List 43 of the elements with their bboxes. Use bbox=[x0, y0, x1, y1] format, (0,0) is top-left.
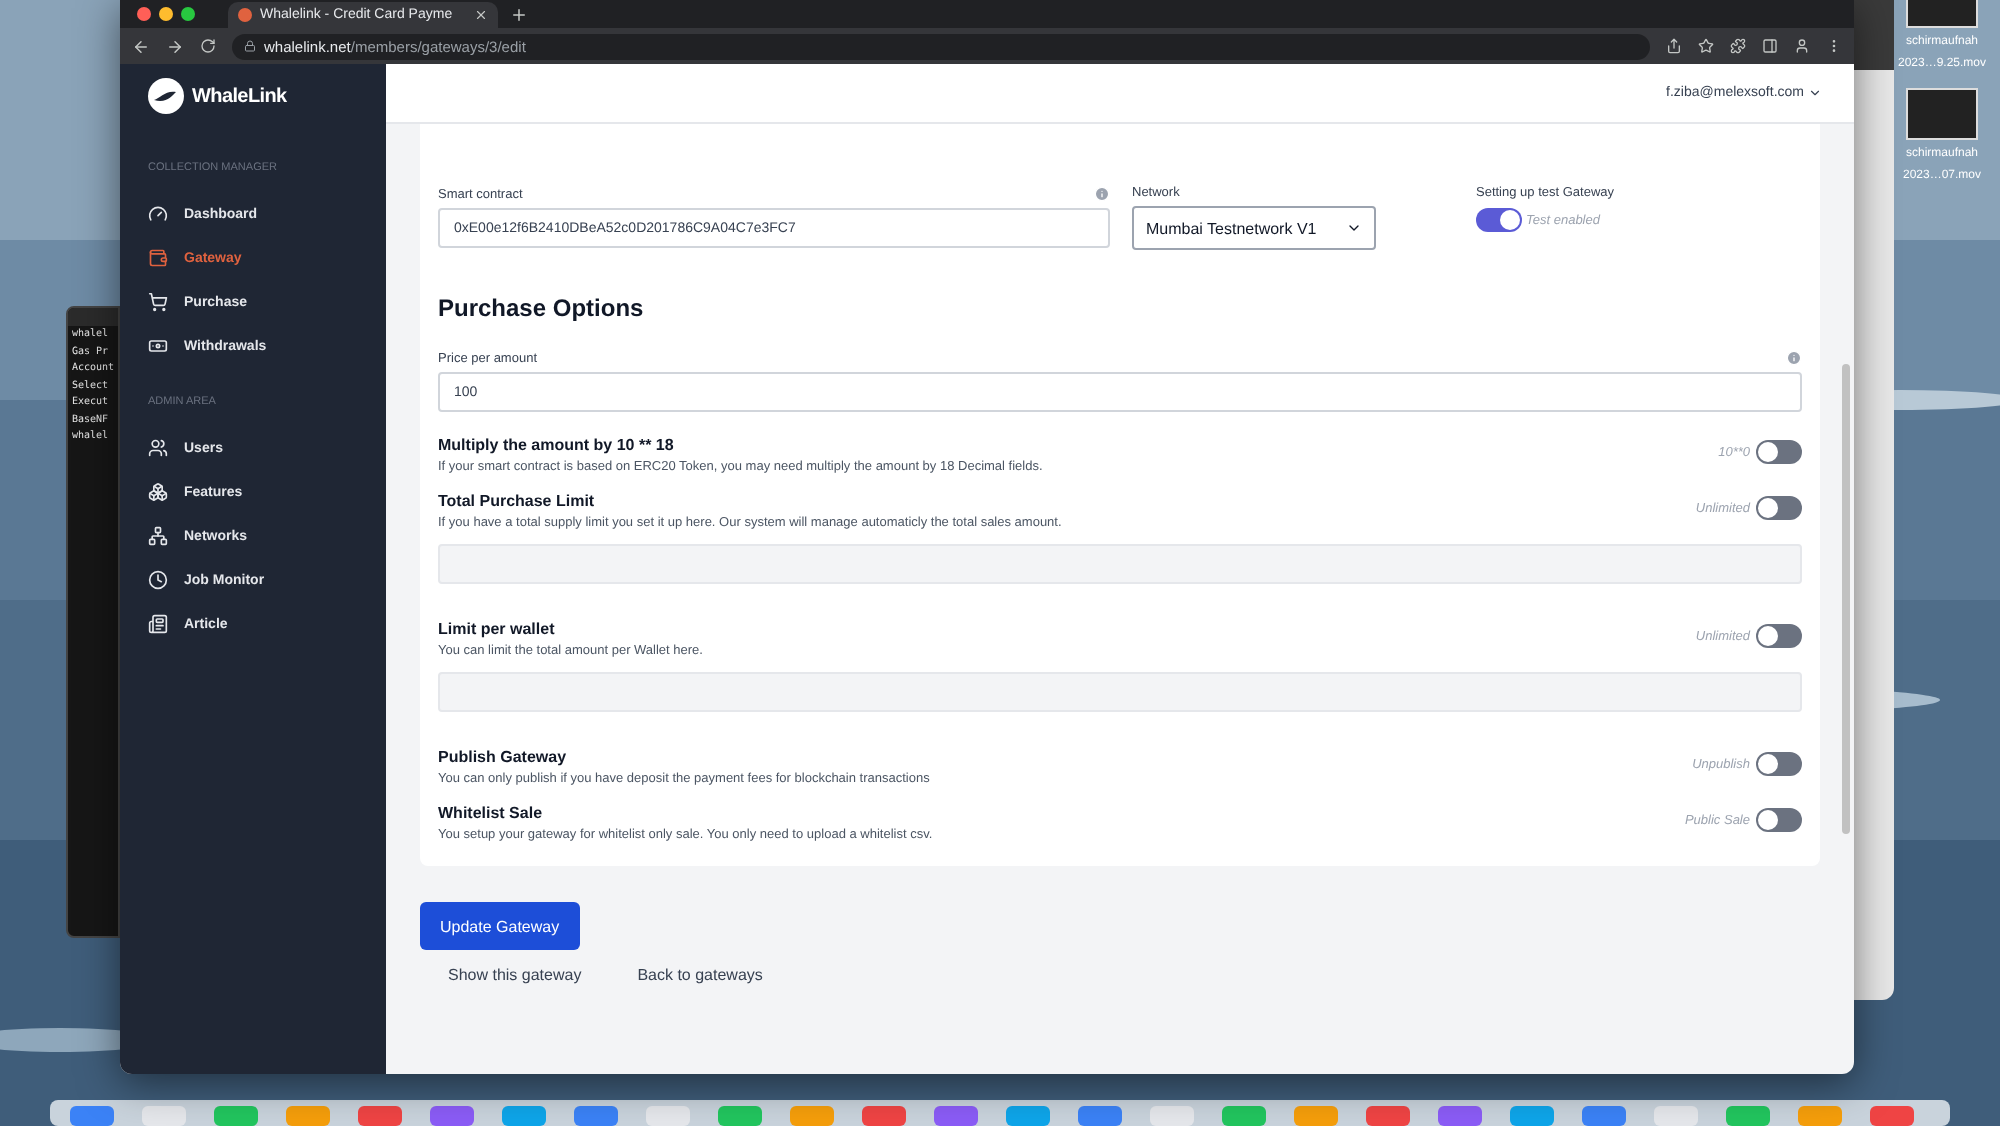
reload-icon[interactable] bbox=[200, 38, 216, 54]
section-title: Purchase Options bbox=[438, 294, 646, 322]
option-title: Whitelist Sale bbox=[438, 804, 545, 822]
option-title: Multiply the amount by 10 ** 18 bbox=[438, 436, 676, 454]
users-icon bbox=[148, 438, 168, 458]
toggle-switch[interactable] bbox=[1756, 440, 1802, 464]
puzzle-icon[interactable] bbox=[1730, 38, 1746, 54]
network-icon bbox=[148, 526, 168, 546]
close-icon[interactable] bbox=[474, 8, 488, 22]
toggle-switch[interactable] bbox=[1756, 752, 1802, 776]
option-title: Total Purchase Limit bbox=[438, 492, 597, 510]
newspaper-icon bbox=[148, 614, 168, 634]
toggle-switch[interactable] bbox=[1476, 208, 1522, 232]
toggle-switch[interactable] bbox=[1756, 496, 1802, 520]
chevron-down-icon bbox=[1346, 220, 1362, 236]
new-tab-icon[interactable] bbox=[510, 5, 528, 23]
nav-link[interactable]: Show this gateway bbox=[448, 966, 582, 984]
toggle-switch[interactable] bbox=[1756, 624, 1802, 648]
nav-link[interactable]: Back to gateways bbox=[637, 966, 763, 984]
toggle-switch[interactable] bbox=[1756, 808, 1802, 832]
network-select[interactable]: Mumbai Testnetwork V1 bbox=[1132, 206, 1376, 250]
option-title: Limit per wallet bbox=[438, 620, 557, 638]
window-controls-icon[interactable] bbox=[136, 6, 196, 22]
wallet-icon bbox=[148, 248, 168, 268]
boxes-icon bbox=[148, 482, 168, 502]
update-button[interactable]: Update Gateway bbox=[420, 902, 580, 950]
gauge-icon bbox=[148, 204, 168, 224]
banknote-icon bbox=[148, 336, 168, 356]
cart-icon bbox=[148, 292, 168, 312]
whale-logo-icon bbox=[148, 78, 184, 114]
sidebar-icon[interactable] bbox=[1762, 38, 1778, 54]
profile-icon[interactable] bbox=[1794, 38, 1810, 54]
share-icon[interactable] bbox=[1666, 38, 1682, 54]
back-icon[interactable] bbox=[132, 37, 150, 55]
forward-icon[interactable] bbox=[166, 37, 184, 55]
video-thumbnail[interactable] bbox=[1906, 88, 1978, 140]
scrollbar[interactable] bbox=[1842, 364, 1850, 834]
chevron-down-icon bbox=[1808, 86, 1822, 100]
clock-icon bbox=[148, 570, 168, 590]
logo-text: WhaleLink bbox=[192, 85, 287, 107]
option-title: Publish Gateway bbox=[438, 748, 569, 766]
favicon-icon bbox=[238, 8, 252, 22]
star-icon[interactable] bbox=[1698, 38, 1714, 54]
